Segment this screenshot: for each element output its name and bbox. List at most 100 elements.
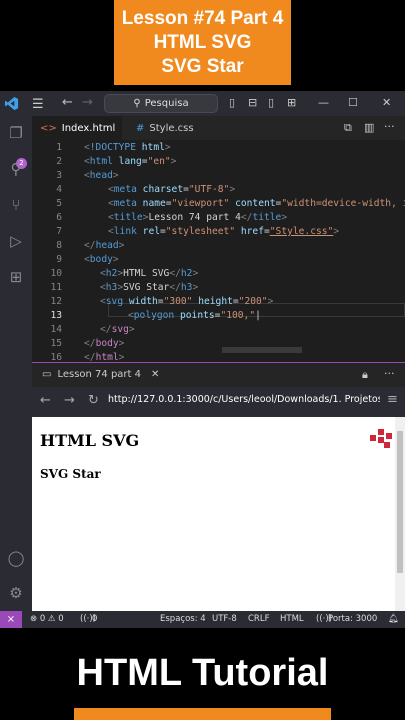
horizontal-scrollbar[interactable] — [222, 347, 302, 353]
line-number: 4 — [56, 184, 62, 195]
account-icon[interactable]: ◯ — [6, 549, 26, 569]
line-number: 13 — [50, 310, 62, 321]
vscode-logo-icon — [4, 96, 19, 111]
code-line: <h3>SVG Star</h3> — [100, 282, 199, 293]
code-line: <polygon points="100,"| — [128, 310, 261, 321]
lesson-banner: Lesson #74 Part 4 HTML SVG SVG Star — [114, 0, 291, 85]
search-label: Pesquisa — [144, 98, 189, 109]
preview-tab-label: Lesson 74 part 4 — [57, 369, 142, 380]
css-file-icon: # — [136, 122, 145, 134]
tab-label: Style.css — [149, 122, 194, 134]
preview-nav-bar: ← → ↻ http://127.0.0.1:3000/c/Users/leoo… — [32, 387, 405, 415]
line-number: 11 — [50, 282, 62, 293]
browser-tab-icon: ▭ — [42, 369, 52, 380]
line-number: 14 — [50, 324, 62, 335]
problems-indicator[interactable]: ⊗ 0 ⚠ 0 — [30, 614, 64, 624]
page-heading-h3: SVG Star — [40, 467, 101, 481]
ports-count[interactable]: 0 — [92, 614, 97, 624]
code-line: <meta charset="UTF-8"> — [108, 184, 236, 195]
toggle-secondary-sidebar-icon[interactable]: ▯ — [268, 96, 274, 109]
code-line: <link rel="stylesheet" href="Style.css"> — [108, 226, 340, 237]
preview-panel: ▭ Lesson 74 part 4 ✕ 🔒︎ ··· ← → ↻ http:/… — [32, 362, 405, 614]
tab-index-html[interactable]: <> Index.html — [32, 116, 122, 140]
line-number: 2 — [56, 156, 62, 167]
menu-icon[interactable]: ≡ — [387, 392, 398, 407]
vscode-window: ☰ ← → ⚲ Pesquisa ▯ ⊟ ▯ ⊞ — ☐ ✕ ❐ 2 ⚲ ⑂ ▷… — [0, 91, 405, 628]
eol-indicator[interactable]: CRLF — [248, 614, 269, 624]
status-bar: ⨯ ⊗ 0 ⚠ 0 ((·)) 0 Espaços: 4 UTF-8 CRLF … — [0, 611, 405, 628]
forward-arrow-icon[interactable]: → — [82, 95, 93, 110]
live-server-port[interactable]: Porta: 3000 — [328, 614, 377, 624]
banner-line-2: HTML SVG — [153, 31, 252, 53]
remote-icon[interactable]: ⨯ — [0, 611, 22, 628]
extensions-icon[interactable]: ⊞ — [6, 268, 26, 288]
customize-layout-icon[interactable]: ⊞ — [287, 96, 296, 109]
explorer-icon[interactable]: ❐ — [6, 124, 26, 144]
toggle-panel-icon[interactable]: ⊟ — [248, 96, 257, 109]
open-preview-icon[interactable]: ⧉ — [344, 121, 352, 135]
close-icon[interactable]: ✕ — [382, 96, 391, 109]
code-line: <head> — [84, 170, 119, 181]
run-debug-icon[interactable]: ▷ — [6, 232, 26, 252]
tab-label: Index.html — [61, 122, 116, 134]
code-line: </head> — [84, 240, 125, 251]
rendered-page: HTML SVG SVG Star — [32, 417, 395, 614]
preview-scrollbar[interactable] — [395, 417, 405, 614]
code-editor[interactable]: 1 2 3 4 5 6 7 8 9 10 11 12 13 14 15 16 <!DOCTYPE html> … — [32, 140, 405, 362]
line-number: 5 — [56, 198, 62, 209]
url-bar[interactable]: http://127.0.0.1:3000/c/Users/leool/Down… — [108, 394, 380, 405]
encoding-indicator[interactable]: UTF-8 — [212, 614, 237, 624]
banner-line-3: SVG Star — [161, 55, 244, 77]
footer-title: HTML Tutorial — [76, 652, 329, 694]
code-line: <title>Lesson 74 part 4</title> — [108, 212, 288, 223]
code-line: <html lang="en"> — [84, 156, 177, 167]
close-tab-icon[interactable]: ✕ — [151, 369, 159, 380]
code-line: <h2>HTML SVG</h2> — [100, 268, 199, 279]
source-control-icon[interactable]: ⑂ — [6, 196, 26, 216]
command-search[interactable]: ⚲ Pesquisa — [104, 94, 218, 113]
back-arrow-icon[interactable]: ← — [40, 393, 51, 408]
code-line: <!DOCTYPE html> — [84, 142, 171, 153]
notifications-icon[interactable]: 🔔︎ — [388, 614, 399, 624]
line-number: 9 — [56, 254, 62, 265]
more-actions-icon[interactable]: ··· — [384, 120, 395, 133]
line-number: 3 — [56, 170, 62, 181]
line-number: 8 — [56, 240, 62, 251]
title-bar: ☰ ← → ⚲ Pesquisa ▯ ⊟ ▯ ⊞ — ☐ ✕ — [0, 91, 405, 116]
html-file-icon: <> — [40, 122, 57, 134]
maximize-icon[interactable]: ☐ — [348, 96, 358, 109]
code-line: <svg width="300" height="200"> — [100, 296, 274, 307]
settings-gear-icon[interactable]: ⚙ — [6, 584, 26, 604]
more-actions-icon[interactable]: ··· — [384, 367, 395, 380]
preview-tab-bar: ▭ Lesson 74 part 4 ✕ 🔒︎ ··· — [32, 363, 405, 387]
preview-tab[interactable]: ▭ Lesson 74 part 4 ✕ — [42, 369, 159, 380]
line-number: 1 — [56, 142, 62, 153]
activity-bar: ❐ 2 ⚲ ⑂ ▷ ⊞ ◯ ⚙ — [0, 116, 32, 628]
line-number: 7 — [56, 226, 62, 237]
minimize-icon[interactable]: — — [318, 96, 329, 109]
page-heading-h2: HTML SVG — [40, 431, 140, 450]
footer-accent-bar — [74, 708, 331, 720]
line-number: 15 — [50, 338, 62, 349]
reload-icon[interactable]: ↻ — [88, 393, 99, 408]
menu-icon[interactable]: ☰ — [32, 97, 44, 112]
tab-style-css[interactable]: # Style.css — [128, 116, 214, 140]
indentation-indicator[interactable]: Espaços: 4 — [160, 614, 206, 624]
code-line: <body> — [84, 254, 119, 265]
line-number: 10 — [50, 268, 62, 279]
split-editor-icon[interactable]: ▥ — [364, 121, 374, 134]
editor-tabs: <> Index.html # Style.css ⧉ ▥ ··· — [32, 116, 405, 140]
code-line: <meta name="viewport" content="width=dev… — [108, 198, 405, 209]
line-number: 12 — [50, 296, 62, 307]
line-number: 6 — [56, 212, 62, 223]
code-line: </html> — [84, 352, 125, 362]
code-line: </svg> — [100, 324, 135, 335]
language-indicator[interactable]: HTML — [280, 614, 304, 624]
tools-logo-icon — [370, 429, 392, 448]
back-arrow-icon[interactable]: ← — [62, 95, 73, 110]
toggle-sidebar-icon[interactable]: ▯ — [229, 96, 235, 109]
search-icon: ⚲ — [133, 98, 141, 109]
lock-icon[interactable]: 🔒︎ — [362, 368, 368, 382]
forward-arrow-icon[interactable]: → — [64, 393, 75, 408]
search-view-icon[interactable]: ⚲ — [6, 160, 26, 180]
